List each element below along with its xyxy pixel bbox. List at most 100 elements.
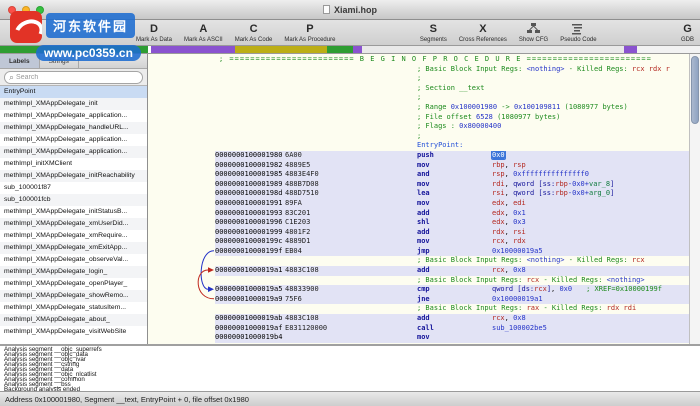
- disasm-line[interactable]: 00000001000019a1 4883C108 add rcx, 0x8: [148, 266, 689, 276]
- disasm-line[interactable]: 0000000100001993 83C201 add edx, 0x1: [148, 208, 689, 219]
- toolbar-mark-as-code-icon: C: [249, 22, 258, 35]
- symbol-item[interactable]: methImpl_XMAppDelegate_init: [0, 98, 147, 110]
- toolbar-segments-label: Segments: [419, 36, 447, 43]
- disasm-line[interactable]: 0000000100001980 6A00 push 0x0: [148, 150, 689, 161]
- toolbar-mark-as-ascii[interactable]: A Mark As ASCII: [178, 20, 229, 45]
- toolbar-segments[interactable]: S Segments: [414, 20, 453, 45]
- toolbar-segments-icon: S: [429, 22, 437, 35]
- symbol-item[interactable]: methImpl_XMAppDelegate_application...: [0, 110, 147, 122]
- disasm-line[interactable]: 0000000100001982 4889E5 mov rbp, rsp: [148, 160, 689, 171]
- tab-labels[interactable]: Labels: [0, 54, 40, 68]
- toolbar-mark-as-ascii-label: Mark As ASCII: [184, 36, 223, 43]
- toolbar-mark-as-code[interactable]: C Mark As Code: [229, 20, 279, 45]
- disasm-line[interactable]: 0000000100001996 C1E203 shl edx, 0x3: [148, 218, 689, 228]
- document-icon: [322, 5, 330, 14]
- segment-chunk: [327, 46, 353, 53]
- symbol-item[interactable]: sub_100001f87: [0, 182, 147, 194]
- segment-chunk: [624, 46, 637, 53]
- toolbar-gdb-label: GDB: [681, 36, 695, 43]
- disasm-line[interactable]: 0000000100001989 488B7D08 mov rdi, qword [s…: [148, 179, 689, 190]
- toolbar-gdb-icon: G: [683, 22, 692, 35]
- symbol-item[interactable]: methImpl_XMAppDelegate_visitWebSite: [0, 326, 147, 338]
- disasm-comment[interactable]: ; Basic Block Input Regs: <nothing> - Ki…: [148, 256, 689, 266]
- toolbar-show-cfg-label: Show CFG: [518, 36, 549, 43]
- toolbar-cross-references[interactable]: X Cross References: [453, 20, 513, 45]
- toolbar-show-cfg[interactable]: Show CFG: [513, 20, 554, 45]
- disasm-comment[interactable]: ;: [148, 74, 689, 84]
- disasm-comment[interactable]: ; ======================== B E G I N O F…: [148, 55, 689, 65]
- disasm-line[interactable]: 00000001000019af E831120000 call sub_100002…: [148, 323, 689, 334]
- status-bar: Address 0x100001980, Segment __text, Ent…: [0, 391, 700, 406]
- analysis-log[interactable]: Analysis segment __objc_superrefs Analysi…: [0, 344, 700, 391]
- toolbar-cross-references-icon: X: [479, 22, 487, 35]
- hopper-window: Xiami.hop D Mark As Data A Mark As ASCII C Ma…: [0, 0, 700, 406]
- symbol-item[interactable]: methImpl_XMAppDelegate_statusItem...: [0, 302, 147, 314]
- disasm-comment[interactable]: ; Basic Block Input Regs: rcx - Killed R…: [148, 276, 689, 286]
- symbol-item[interactable]: methImpl_XMAppDelegate_login_: [0, 266, 147, 278]
- disassembly-lines: ; ======================== B E G I N O F…: [148, 55, 689, 343]
- search-input[interactable]: [16, 74, 138, 81]
- segment-chunk: [353, 46, 362, 53]
- toolbar-mark-as-data-icon: D: [150, 22, 158, 35]
- toolbar-gdb[interactable]: G GDB: [675, 20, 700, 45]
- toolbar-pseudo-code-icon: [572, 23, 584, 36]
- watermark-site-name: 河东软件园: [46, 13, 136, 38]
- symbol-item[interactable]: methImpl_XMAppDelegate_initStatusB...: [0, 206, 147, 218]
- symbol-item[interactable]: methImpl_XMAppDelegate_xmUserDid...: [0, 218, 147, 230]
- window-title: Xiami.hop: [333, 4, 377, 15]
- toolbar-pseudo-code[interactable]: Pseudo Code: [554, 20, 602, 45]
- disasm-line[interactable]: 000000010000198d 488D7510 lea rsi, qword [s…: [148, 189, 689, 199]
- disasm-label[interactable]: EntryPoint:: [148, 141, 689, 151]
- disasm-line[interactable]: 0000000100001991 89FA mov edx, edi: [148, 198, 689, 209]
- symbol-item[interactable]: methImpl_XMAppDelegate_application...: [0, 146, 147, 158]
- symbol-item[interactable]: methImpl_XMAppDelegate_xmExitApp...: [0, 242, 147, 254]
- disasm-comment[interactable]: ; Basic Block Input Regs: rax - Killed R…: [148, 304, 689, 314]
- symbol-item[interactable]: methImpl_XMAppDelegate_observeVal...: [0, 254, 147, 266]
- toolbar-pseudo-code-label: Pseudo Code: [560, 36, 597, 43]
- symbol-item[interactable]: methImpl_XMAppDelegate_xmRequire...: [0, 230, 147, 242]
- disasm-comment[interactable]: ;: [148, 132, 689, 142]
- toolbar-mark-as-code-label: Mark As Code: [234, 36, 273, 43]
- vertical-scrollbar[interactable]: [689, 54, 700, 344]
- title-wrap: Xiami.hop: [322, 4, 377, 15]
- disasm-line[interactable]: 00000001000019a5 48833900 cmp qword [ds:rcx…: [148, 285, 689, 295]
- disasm-comment[interactable]: ; Flags : 0x80000400: [148, 122, 689, 132]
- scrollbar-thumb[interactable]: [691, 56, 699, 124]
- symbol-list: EntryPoint methImpl_XMAppDelegate_init met…: [0, 86, 147, 344]
- symbol-item[interactable]: methImpl_initXMClient: [0, 158, 147, 170]
- disasm-line[interactable]: 00000001000019ab 4883C108 add rcx, 0x8: [148, 314, 689, 324]
- toolbar-mark-as-data-label: Mark As Data: [136, 36, 173, 43]
- disasm-line[interactable]: 00000001000019a9 75F6 jne 0x10000019a1: [148, 294, 689, 305]
- cfg-arrow-gutter: [197, 250, 215, 300]
- symbol-item[interactable]: EntryPoint: [0, 86, 147, 98]
- disasm-comment[interactable]: ; Range 0x100001980 -> 0x100109811 (1080…: [148, 103, 689, 113]
- toolbar-mark-as-ascii-icon: A: [199, 22, 208, 35]
- disassembly-view[interactable]: ; ======================== B E G I N O F…: [148, 54, 700, 344]
- disasm-line[interactable]: 000000010000199c 4889D1 mov rcx, rdx: [148, 237, 689, 247]
- search-box[interactable]: ⌕: [4, 71, 143, 84]
- symbol-item[interactable]: methImpl_XMAppDelegate_application...: [0, 134, 147, 146]
- disasm-comment[interactable]: ; File offset 6528 (1080977 bytes): [148, 113, 689, 123]
- segment-chunk: [362, 46, 624, 53]
- watermark-site-logo: [10, 11, 42, 43]
- disasm-comment[interactable]: ; Section __text: [148, 84, 689, 94]
- disasm-line[interactable]: 00000001000019b4 mov: [148, 333, 689, 343]
- segment-chunk: [637, 46, 700, 53]
- symbol-item[interactable]: methImpl_XMAppDelegate_openPlayer_: [0, 278, 147, 290]
- disasm-line[interactable]: 0000000100001985 4883E4F0 and rsp, 0xffffff…: [148, 170, 689, 180]
- disasm-comment[interactable]: ; Basic Block Input Regs: <nothing> - Ki…: [148, 65, 689, 75]
- symbol-item[interactable]: methImpl_XMAppDelegate_handleURL...: [0, 122, 147, 134]
- search-row: ⌕: [0, 69, 147, 86]
- symbol-item[interactable]: sub_100001fcb: [0, 194, 147, 206]
- disasm-line[interactable]: 0000000100001999 4801F2 add rdx, rsi: [148, 227, 689, 238]
- toolbar-mark-as-procedure[interactable]: P Mark As Procedure: [278, 20, 341, 45]
- symbol-item[interactable]: methImpl_XMAppDelegate_initReachability: [0, 170, 147, 182]
- symbol-item[interactable]: methImpl_XMAppDelegate_showRemo...: [0, 290, 147, 302]
- symbol-item[interactable]: methImpl_XMAppDelegate_about_: [0, 314, 147, 326]
- toolbar-mark-as-procedure-icon: P: [306, 22, 314, 35]
- toolbar-mark-as-data[interactable]: D Mark As Data: [130, 20, 178, 45]
- symbol-sidebar: LabelsStrings ⌕ EntryPointmethImpl_XMApp…: [0, 54, 148, 344]
- status-text: Address 0x100001980, Segment __text, Ent…: [5, 394, 249, 404]
- disasm-line[interactable]: 000000010000199f EB04 jmp 0x10000019a5: [148, 246, 689, 257]
- disasm-comment[interactable]: ;: [148, 93, 689, 103]
